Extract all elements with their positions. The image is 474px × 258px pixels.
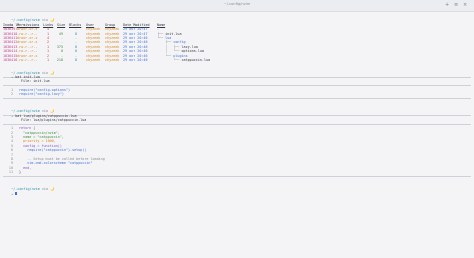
code-text: require("catppuccin").setup() <box>19 148 87 153</box>
code-line: 11} <box>3 170 471 174</box>
new-tab-button[interactable]: + <box>445 2 449 8</box>
code-text: -- Setup must be called before loading <box>19 156 105 161</box>
table-row: 1836416 .rw-r--r-- 1 218 8 chyzeek chyzeek 29 о… <box>3 58 471 62</box>
listing-rows: 1836397 drwxr-xr-x 4- - chyzeek chyzeek 29 окт… <box>3 27 471 62</box>
cell-inode: 1836416 <box>3 57 18 62</box>
menu-icon[interactable]: ≡ <box>454 2 458 8</box>
line-number: 2 <box>10 92 13 97</box>
command-line: → bat init.lua <box>3 71 471 79</box>
divider <box>3 176 471 177</box>
window-title: ~/.config/nvim <box>223 2 251 6</box>
text-cursor <box>15 191 18 196</box>
code-text: name = "catppuccin", <box>19 134 64 139</box>
line-number: 11 <box>8 170 13 175</box>
divider <box>3 123 471 125</box>
cell-user: chyzeek <box>86 57 101 62</box>
tree-glyphs: ├── <box>157 31 166 36</box>
code-line: 2 require("config.lazy") <box>3 92 471 96</box>
title-bar: ~/.config/nvim + ≡ × <box>0 0 474 12</box>
file-header: File: lua/plugins/catppuccin.lua <box>21 117 87 122</box>
tree-glyphs: │ └── <box>157 49 182 54</box>
close-button[interactable]: × <box>463 2 467 8</box>
code-text: return { <box>19 126 36 131</box>
cell-name[interactable]: plugins <box>173 54 187 58</box>
code-text: end, <box>19 165 32 170</box>
terminal-output[interactable]: ~/.config/nvim via 🌙 → lt Inode Permissi… <box>3 14 471 196</box>
code-text: config = function() <box>19 143 62 148</box>
cell-name[interactable]: config <box>173 40 185 44</box>
tree-glyphs: └── <box>157 53 174 58</box>
tree-branch: └── catppuccin.lua <box>157 58 210 62</box>
code-text: } <box>19 170 22 175</box>
cell-blocks: 8 <box>74 57 77 62</box>
cell-name[interactable]: catppuccin.lua <box>182 58 211 62</box>
code-text: require("config.options") <box>19 87 71 92</box>
cell-permissions: .rw-r--r-- <box>17 57 38 62</box>
code-text: vim.cmd.colorscheme "catppuccin" <box>19 161 93 166</box>
cell-name[interactable]: options.lua <box>182 49 204 53</box>
divider <box>3 76 471 78</box>
cell-date: 29 окт 20:46 <box>123 57 148 62</box>
file-header: File: init.lua <box>21 79 50 84</box>
command-line[interactable]: → <box>3 187 471 196</box>
code-text: require("config.lazy") <box>19 92 64 97</box>
cell-group: chyzeek <box>105 57 120 62</box>
cell-links: 1 <box>46 57 49 62</box>
code-text: "catppuccin/nvim", <box>19 130 60 135</box>
cell-size: 218 <box>56 57 63 62</box>
tree-glyphs: └── <box>157 57 182 62</box>
code-block: 1 require("config.options") 2 require("conf… <box>3 88 471 97</box>
command-line: → bat lua/plugins/catppuccin.lua <box>3 109 471 118</box>
tree-glyphs: ├── <box>157 40 174 45</box>
cell-name[interactable]: init.lua <box>165 32 181 36</box>
divider <box>3 85 471 87</box>
divider <box>3 98 471 100</box>
code-block: 1 return {2 "catppuccin/nvim", 3 name = "c… <box>3 126 471 174</box>
cell-name[interactable]: . <box>157 27 159 31</box>
code-text: priority = 1000, <box>19 139 56 144</box>
prompt-arrow-icon: → <box>11 191 14 196</box>
